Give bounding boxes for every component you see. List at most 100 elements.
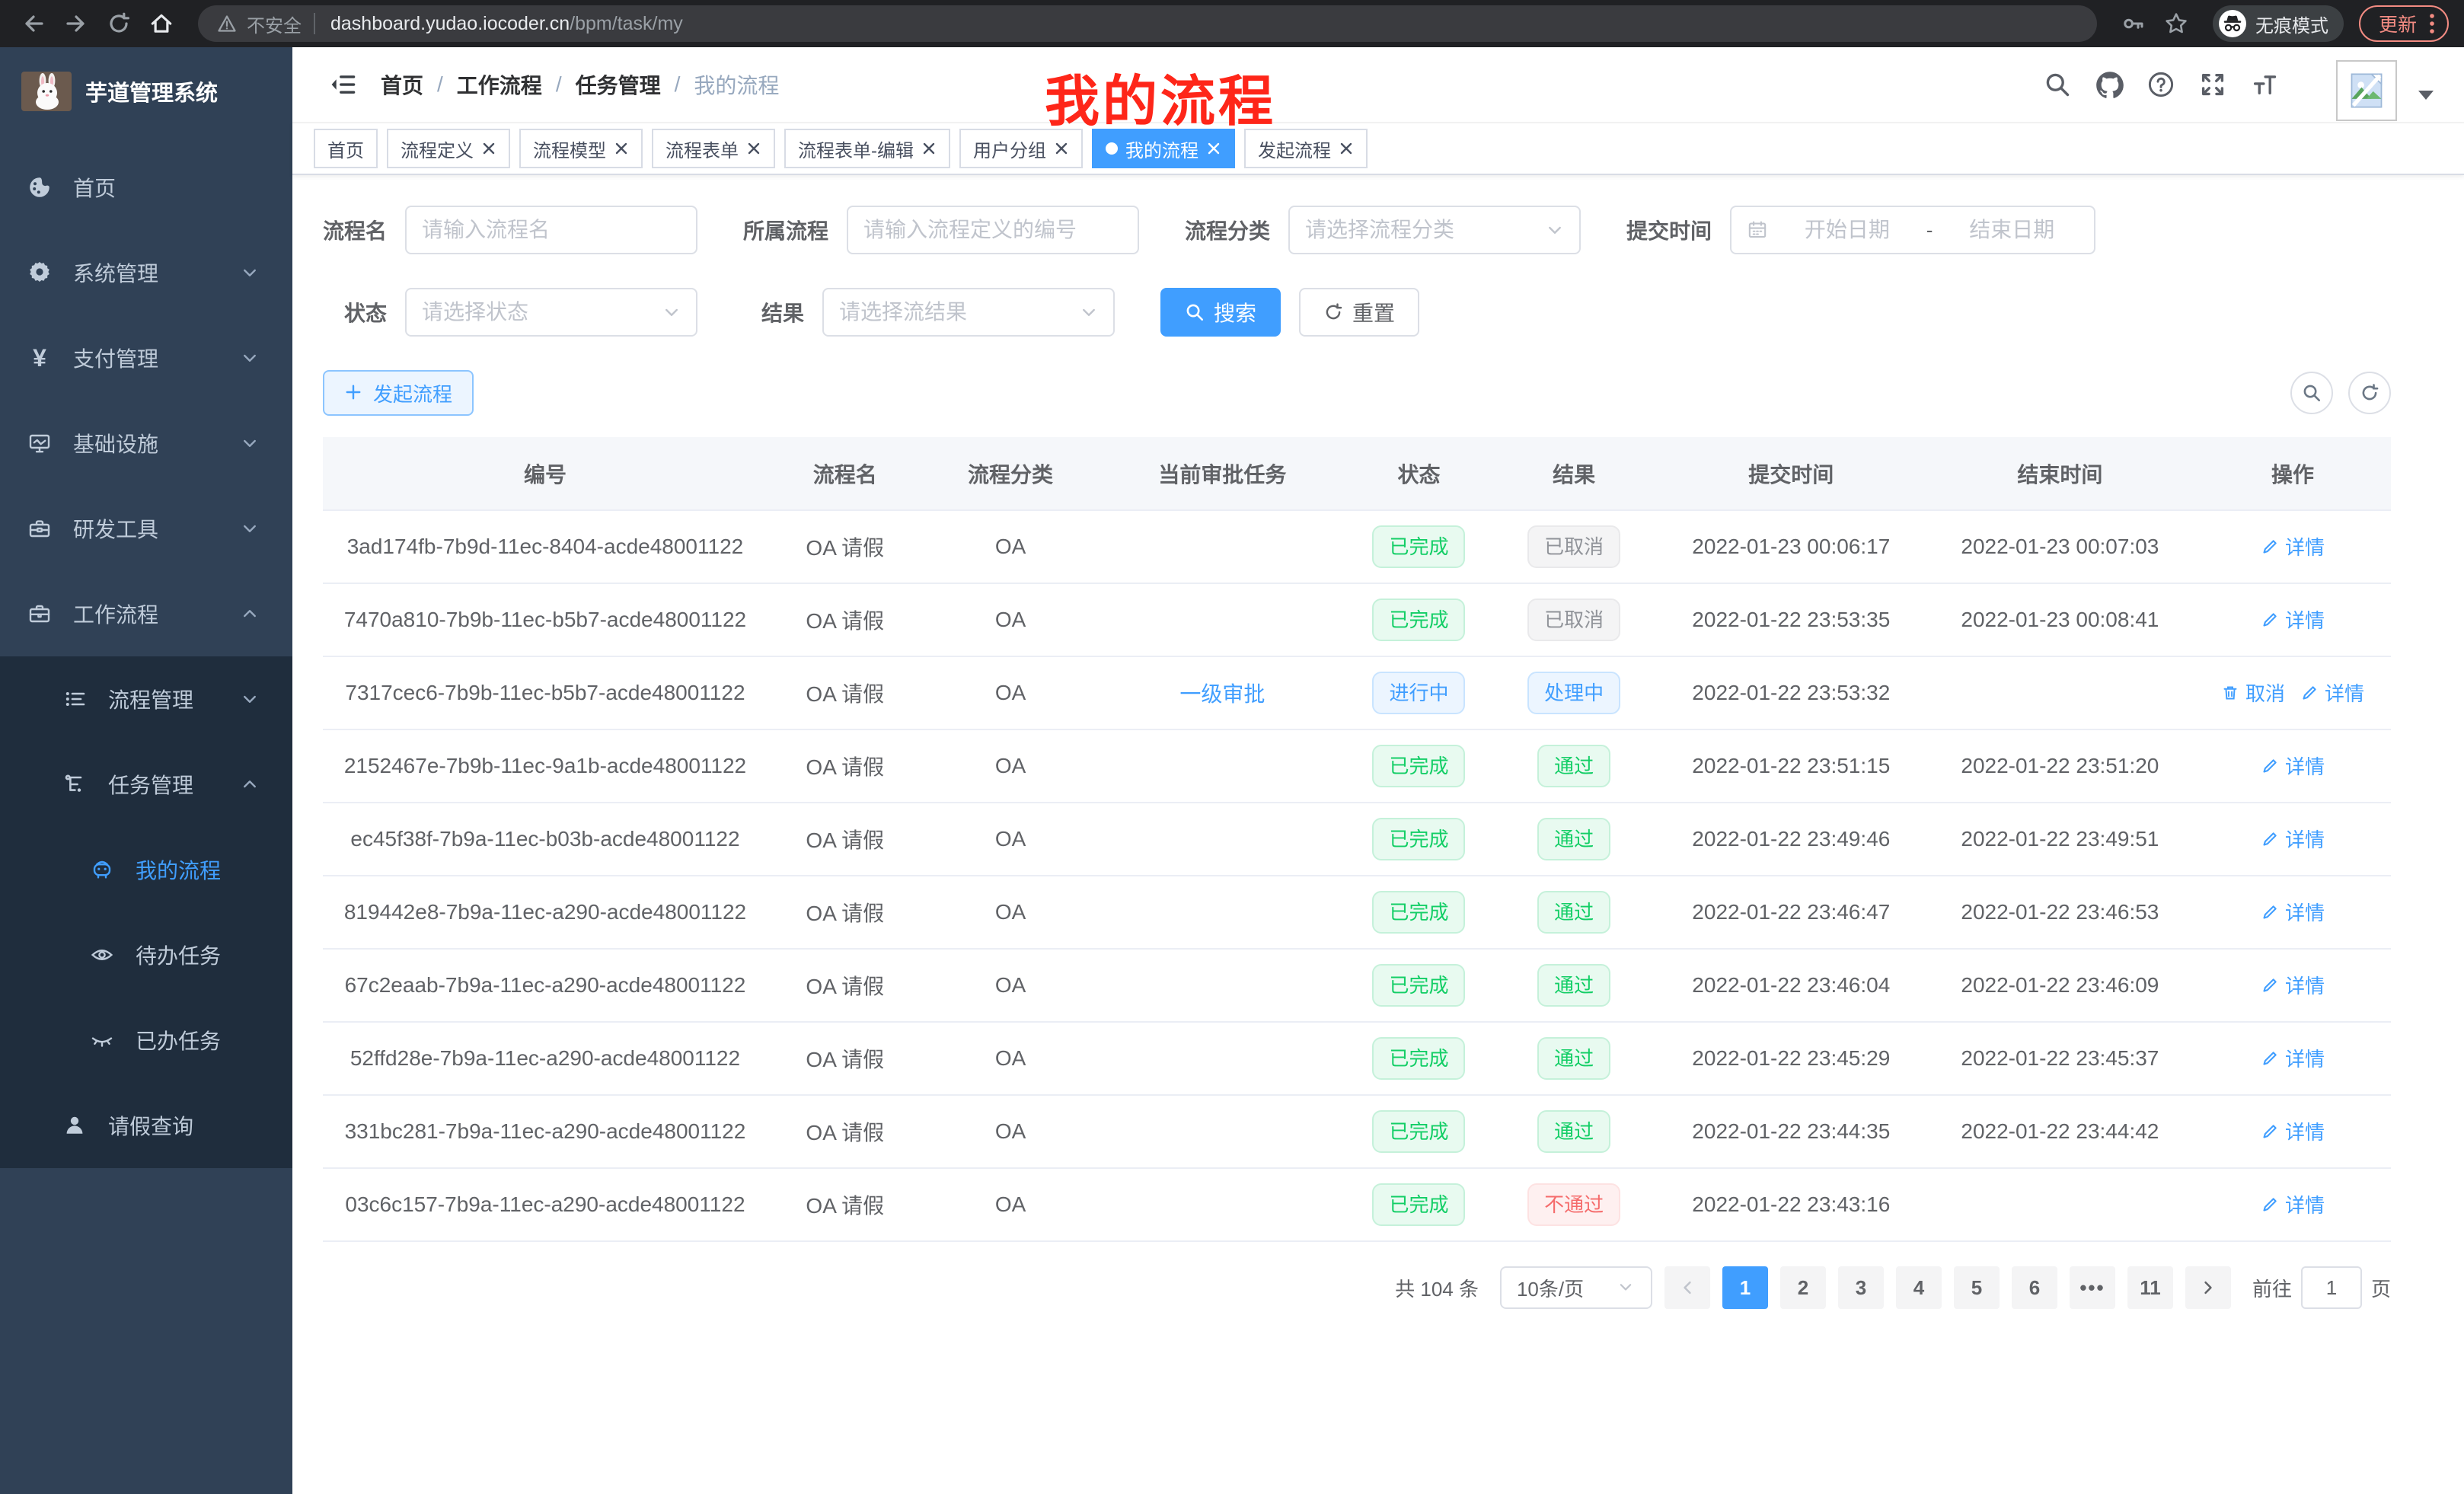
detail-link[interactable]: 详情 — [2261, 971, 2325, 999]
page-size-select[interactable]: 10条/页 — [1500, 1266, 1652, 1309]
more-pages-button[interactable]: ••• — [2070, 1266, 2115, 1309]
table-search-button[interactable] — [2290, 372, 2333, 414]
tab-process-form[interactable]: 流程表单 — [652, 129, 775, 168]
process-definition-input[interactable] — [863, 218, 1122, 242]
fullscreen-icon[interactable] — [2199, 71, 2226, 98]
page-button-4[interactable]: 4 — [1896, 1266, 1942, 1309]
category-select-input[interactable] — [1305, 218, 1537, 242]
detail-link[interactable]: 详情 — [2300, 678, 2364, 707]
browser-update-button[interactable]: 更新 — [2359, 5, 2449, 42]
tab-user-group[interactable]: 用户分组 — [959, 129, 1083, 168]
sidebar-item-home[interactable]: 首页 — [0, 145, 292, 230]
close-icon[interactable] — [746, 141, 761, 156]
cell-submit-time: 2022-01-22 23:46:04 — [1657, 949, 1926, 1022]
sidebar-item-done-task[interactable]: 已办任务 — [0, 998, 292, 1083]
reset-button[interactable]: 重置 — [1299, 288, 1419, 337]
search-button[interactable]: 搜索 — [1160, 288, 1281, 337]
close-icon[interactable] — [1206, 141, 1221, 156]
status-select[interactable] — [405, 288, 697, 337]
detail-link[interactable]: 详情 — [2261, 532, 2325, 560]
close-icon[interactable] — [481, 141, 496, 156]
task-link[interactable]: 一级审批 — [1179, 678, 1265, 708]
goto-page-input[interactable] — [2301, 1266, 2362, 1309]
detail-link[interactable]: 详情 — [2261, 1190, 2325, 1218]
detail-label: 详情 — [2285, 825, 2325, 853]
prev-page-button[interactable] — [1664, 1266, 1710, 1309]
help-icon[interactable] — [2147, 71, 2175, 98]
avatar[interactable] — [2336, 60, 2397, 121]
breadcrumb-workflow[interactable]: 工作流程 — [457, 69, 542, 100]
url-host[interactable]: dashboard.yudao.iocoder.cn — [330, 13, 570, 35]
page-button-3[interactable]: 3 — [1838, 1266, 1884, 1309]
table-refresh-button[interactable] — [2348, 372, 2391, 414]
detail-label: 详情 — [2285, 1117, 2325, 1145]
sidebar-item-todo-task[interactable]: 待办任务 — [0, 912, 292, 998]
page-button-11[interactable]: 11 — [2127, 1266, 2173, 1309]
page-button-5[interactable]: 5 — [1954, 1266, 2000, 1309]
process-name-input[interactable] — [422, 218, 681, 242]
detail-link[interactable]: 详情 — [2261, 1044, 2325, 1072]
date-range-picker[interactable]: - — [1730, 206, 2095, 254]
sidebar-item-system[interactable]: 系统管理 — [0, 230, 292, 315]
breadcrumb: 首页 / 工作流程 / 任务管理 / 我的流程 — [381, 69, 779, 100]
status-badge: 已完成 — [1372, 745, 1465, 787]
start-date-input[interactable] — [1780, 218, 1914, 242]
close-icon[interactable] — [1054, 141, 1069, 156]
tab-process-definition[interactable]: 流程定义 — [387, 129, 510, 168]
status-select-input[interactable] — [422, 300, 653, 324]
page-button-6[interactable]: 6 — [2012, 1266, 2057, 1309]
breadcrumb-task-mgmt[interactable]: 任务管理 — [576, 69, 661, 100]
page-button-2[interactable]: 2 — [1780, 1266, 1826, 1309]
cancel-link[interactable]: 取消 — [2221, 678, 2285, 707]
sidebar-item-my-process[interactable]: 我的流程 — [0, 827, 292, 912]
browser-forward-icon[interactable] — [55, 2, 97, 45]
search-icon[interactable] — [2044, 71, 2071, 98]
sidebar-item-devtools[interactable]: 研发工具 — [0, 486, 292, 571]
sidebar-item-process-mgmt[interactable]: 流程管理 — [0, 656, 292, 742]
breadcrumb-home[interactable]: 首页 — [381, 69, 423, 100]
avatar-caret-icon[interactable] — [2418, 91, 2434, 100]
update-label[interactable]: 更新 — [2379, 10, 2417, 37]
sidebar-item-leave-query[interactable]: 请假查询 — [0, 1083, 292, 1168]
security-label[interactable]: 不安全 — [247, 11, 302, 37]
password-key-icon[interactable] — [2112, 2, 2155, 45]
browser-menu-dots-icon[interactable] — [2429, 11, 2435, 36]
sidebar-item-workflow[interactable]: 工作流程 — [0, 571, 292, 656]
url-path[interactable]: /bpm/task/my — [570, 13, 683, 35]
sidebar-item-infra[interactable]: 基础设施 — [0, 401, 292, 486]
sidebar-item-pay[interactable]: ¥ 支付管理 — [0, 315, 292, 401]
sidebar-item-task-mgmt[interactable]: 任务管理 — [0, 742, 292, 827]
tab-process-model[interactable]: 流程模型 — [519, 129, 643, 168]
detail-link[interactable]: 详情 — [2261, 898, 2325, 926]
bookmark-star-icon[interactable] — [2155, 2, 2197, 45]
sidebar-fold-icon[interactable] — [329, 71, 356, 98]
tab-start-process[interactable]: 发起流程 — [1244, 129, 1368, 168]
app-logo-row[interactable]: 芋道管理系统 — [0, 47, 292, 123]
detail-link[interactable]: 详情 — [2261, 752, 2325, 780]
close-icon[interactable] — [1339, 141, 1354, 156]
tab-process-form-edit[interactable]: 流程表单-编辑 — [784, 129, 950, 168]
create-process-button[interactable]: 发起流程 — [323, 370, 474, 416]
address-bar[interactable]: 不安全 dashboard.yudao.iocoder.cn/bpm/task/… — [198, 5, 2097, 42]
detail-link[interactable]: 详情 — [2261, 605, 2325, 634]
category-select[interactable] — [1288, 206, 1581, 254]
next-page-button[interactable] — [2185, 1266, 2231, 1309]
search-icon — [1185, 302, 1205, 322]
detail-link[interactable]: 详情 — [2261, 1117, 2325, 1145]
table-row: 67c2eaab-7b9a-11ec-a290-acde48001122 OA … — [323, 949, 2391, 1022]
browser-back-icon[interactable] — [12, 2, 55, 45]
font-size-icon[interactable] — [2251, 71, 2278, 98]
result-select[interactable] — [822, 288, 1115, 337]
tab-home[interactable]: 首页 — [314, 129, 378, 168]
browser-home-icon[interactable] — [140, 2, 183, 45]
github-icon[interactable] — [2095, 71, 2123, 98]
cell-status: 已完成 — [1346, 1022, 1491, 1095]
detail-link[interactable]: 详情 — [2261, 825, 2325, 853]
browser-reload-icon[interactable] — [97, 2, 140, 45]
page-button-1[interactable]: 1 — [1722, 1266, 1768, 1309]
result-select-input[interactable] — [839, 300, 1071, 324]
close-icon[interactable] — [614, 141, 629, 156]
end-date-input[interactable] — [1945, 218, 2079, 242]
tab-my-process[interactable]: 我的流程 — [1092, 129, 1235, 168]
close-icon[interactable] — [921, 141, 937, 156]
